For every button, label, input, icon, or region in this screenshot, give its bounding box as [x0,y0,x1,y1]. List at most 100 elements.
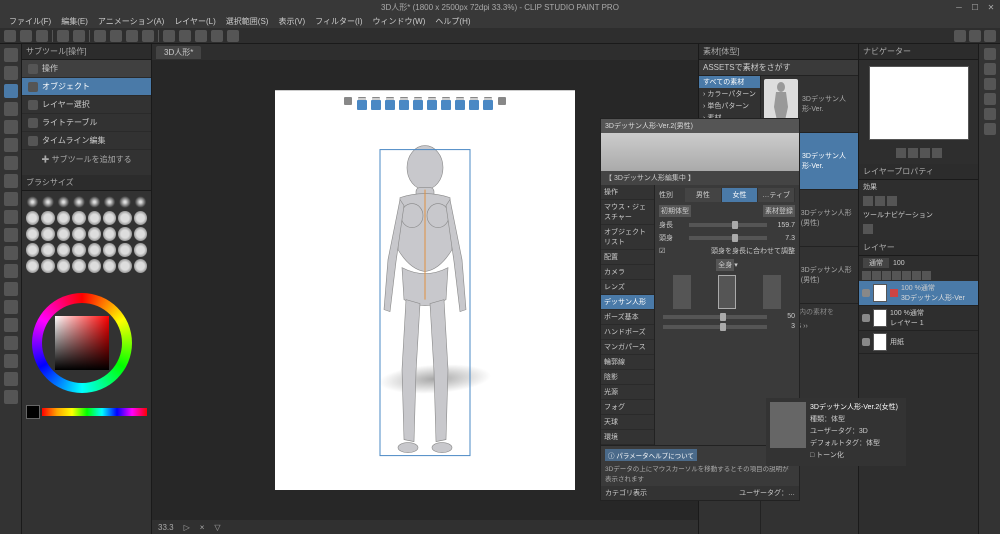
operation-tool-icon[interactable] [4,84,18,98]
head-slider[interactable] [689,236,767,240]
brush-preset[interactable] [118,259,131,273]
brush-tool-icon[interactable] [4,210,18,224]
tab-male[interactable]: 男性 [685,188,722,202]
cat-sky[interactable]: 天球 [601,415,654,430]
move-tool-icon[interactable] [4,66,18,80]
menu-file[interactable]: ファイル(F) [6,16,54,27]
paste-icon[interactable] [142,30,154,42]
assets-search[interactable]: ASSETSで素材をさがす [699,60,858,76]
quickaccess-icon[interactable] [984,48,996,60]
grid-icon[interactable] [211,30,223,42]
layer-tool-icon[interactable] [862,271,871,280]
blend-tool-icon[interactable] [4,282,18,296]
eyedropper-tool-icon[interactable] [4,156,18,170]
hue-slider[interactable] [42,408,147,416]
shape-tool-icon[interactable] [4,336,18,350]
brush-preset[interactable] [26,211,39,225]
opacity-value[interactable]: 100 [893,260,905,267]
menu-help[interactable]: ヘルプ(H) [432,16,473,27]
subtool-timeline[interactable]: タイムライン編集 [22,132,151,150]
3d-pose-icon[interactable] [413,100,423,110]
brush-preset[interactable] [26,227,39,241]
info-icon[interactable] [984,93,996,105]
brush-preset[interactable] [57,243,70,257]
document-tab[interactable]: 3D人形* [156,46,201,59]
marquee-tool-icon[interactable] [4,120,18,134]
toolnav-icon[interactable] [863,224,873,234]
status-x[interactable]: × [200,523,205,532]
brush-preset[interactable] [134,243,147,257]
3d-body-icon[interactable] [427,100,437,110]
blend-mode[interactable]: 通常 [863,258,889,268]
brush-preset[interactable] [118,243,131,257]
wand-tool-icon[interactable] [4,138,18,152]
brush-preset[interactable] [134,227,147,241]
cat-pose[interactable]: ポーズ基本 [601,310,654,325]
3d-reset-icon[interactable] [441,100,451,110]
brush-preset[interactable] [72,227,85,241]
minimize-button[interactable]: ─ [954,2,964,12]
brush-preset[interactable] [134,259,147,273]
3d-more-icon[interactable] [483,100,493,110]
effect-tone-icon[interactable] [875,196,885,206]
tree-all[interactable]: すべての素材 [699,76,760,88]
menu-window[interactable]: ウィンドウ(W) [370,16,429,27]
brush-preset[interactable] [88,259,101,273]
effect-color-icon[interactable] [887,196,897,206]
item-icon[interactable] [984,123,996,135]
reset-body-button[interactable]: 初期体型 [659,205,691,217]
cat-objectlist[interactable]: オブジェクトリスト [601,225,654,250]
cat-allocate[interactable]: 配置 [601,250,654,265]
cat-outline[interactable]: 輪郭線 [601,355,654,370]
eraser-tool-icon[interactable] [4,264,18,278]
brush-preset[interactable] [26,243,39,257]
3d-figure[interactable] [360,140,490,460]
subtool-layerselect[interactable]: レイヤー選択 [22,96,151,114]
brush-preset[interactable] [41,259,54,273]
navigator-thumbnail[interactable] [869,66,969,140]
height-slider[interactable] [689,223,767,227]
subtool-lighttable[interactable]: ライトテーブル [22,114,151,132]
menu-animation[interactable]: アニメーション(A) [95,16,167,27]
height-value[interactable]: 159.7 [771,222,795,229]
cat-handpose[interactable]: ハンドポーズ [601,325,654,340]
3d-light-icon[interactable] [455,100,465,110]
subtool-group[interactable]: 操作 [22,60,151,78]
brush-preset[interactable] [103,195,116,209]
head-value[interactable]: 7.3 [771,235,795,242]
layer-tool-icon[interactable] [922,271,931,280]
cat-env[interactable]: 環境 [601,430,654,445]
body-slider-2[interactable] [663,325,767,329]
rotate-icon[interactable] [227,30,239,42]
layer-row[interactable]: 用紙 [859,331,978,354]
assets-icon[interactable] [954,30,966,42]
layer-row[interactable]: 100 %通常 レイヤー 1 [859,306,978,331]
nav-zoomin-icon[interactable] [908,148,918,158]
fill-tool-icon[interactable] [4,300,18,314]
ruler-icon[interactable] [179,30,191,42]
menu-filter[interactable]: フィルター(I) [312,16,365,27]
body-part-select[interactable]: 全身 [716,259,734,271]
brush-preset[interactable] [134,211,147,225]
brush-preset[interactable] [57,195,70,209]
3d-ground-icon[interactable] [469,100,479,110]
brush-preset[interactable] [41,195,54,209]
subtool-add[interactable]: ✚ サブツールを追加する [22,150,151,169]
cat-gesture[interactable]: マウス・ジェスチャー [601,200,654,225]
balloon-tool-icon[interactable] [4,372,18,386]
cat-figure[interactable]: デッサン人形 [601,295,654,310]
status-drop[interactable]: ▽ [214,523,220,532]
cat-fog[interactable]: フォグ [601,400,654,415]
brush-preset[interactable] [103,259,116,273]
register-material-button[interactable]: 素材登録 [763,205,795,217]
chevron-down-icon[interactable]: ▾ [734,261,738,269]
menu-view[interactable]: 表示(V) [275,16,308,27]
tab-female[interactable]: 女性 [722,188,759,202]
visibility-icon[interactable] [862,338,870,346]
brush-preset[interactable] [41,211,54,225]
tab-active[interactable]: …ティブ [758,188,795,202]
foreground-color[interactable] [26,405,40,419]
brush-preset[interactable] [72,243,85,257]
autoaction-icon[interactable] [984,78,996,90]
brush-preset[interactable] [103,243,116,257]
